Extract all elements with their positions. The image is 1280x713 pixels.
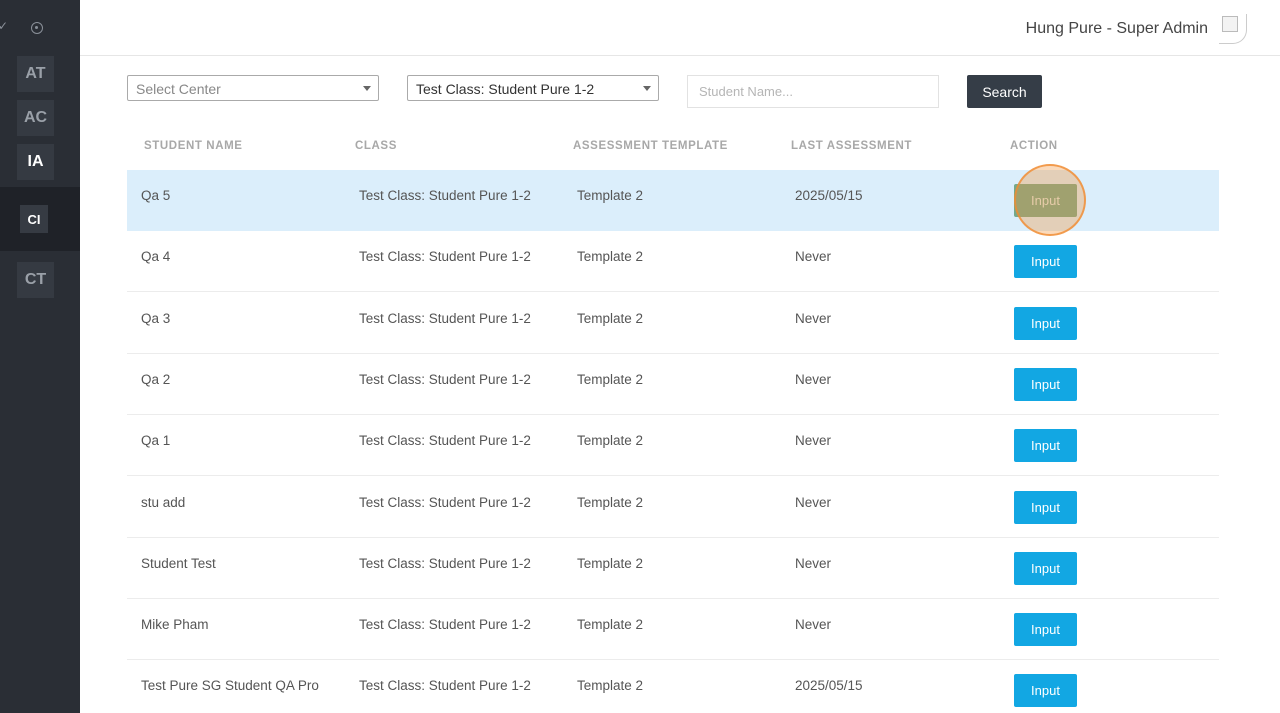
last-assessment-cell: Never <box>795 371 832 387</box>
target-icon[interactable] <box>31 22 43 34</box>
sidebar-item-label: AC <box>23 109 48 126</box>
student-name-cell: Test Pure SG Student QA Pro <box>141 678 319 694</box>
sidebar-item-ia[interactable]: IA <box>17 144 54 180</box>
column-header-action: ACTION <box>1010 140 1058 152</box>
student-name-cell: Qa 5 <box>141 188 171 203</box>
student-name-cell: Qa 4 <box>141 249 171 265</box>
sidebar: ✓ AT AC IA CI CT <box>0 0 80 713</box>
class-cell: Test Class: Student Pure 1-2 <box>359 678 531 694</box>
input-button[interactable]: Input <box>1014 367 1077 401</box>
last-assessment-cell: Never <box>795 249 832 265</box>
sidebar-item-at[interactable]: AT <box>17 56 54 92</box>
table-row[interactable]: Test Pure SG Student QA Pro Test Class: S… <box>127 660 1219 713</box>
user-name[interactable]: Hung Pure - Super Admin <box>1026 20 1208 38</box>
template-cell: Template 2 <box>577 188 644 203</box>
check-icon[interactable]: ✓ <box>0 19 8 33</box>
last-assessment-cell: 2025/05/15 <box>795 188 863 203</box>
input-button[interactable]: Input <box>1014 613 1077 647</box>
sidebar-item-label: CT <box>24 271 47 288</box>
sidebar-item-label: IA <box>27 153 44 170</box>
column-header-class: CLASS <box>355 140 397 152</box>
student-name-cell: Mike Pham <box>141 617 209 633</box>
column-header-student-name: STUDENT NAME <box>144 140 243 152</box>
last-assessment-cell: Never <box>795 617 832 633</box>
class-cell: Test Class: Student Pure 1-2 <box>359 188 531 203</box>
sidebar-item-ci[interactable]: CI <box>20 205 48 233</box>
template-cell: Template 2 <box>577 433 644 449</box>
class-cell: Test Class: Student Pure 1-2 <box>359 617 531 633</box>
student-name-cell: Qa 3 <box>141 310 171 326</box>
table-row[interactable]: Qa 5 Test Class: Student Pure 1-2 Template… <box>127 170 1219 231</box>
last-assessment-cell: Never <box>795 310 832 326</box>
input-button[interactable]: Input <box>1014 490 1077 524</box>
student-name-cell: Student Test <box>141 555 216 571</box>
template-cell: Template 2 <box>577 310 644 326</box>
last-assessment-cell: Never <box>795 555 832 571</box>
input-button[interactable]: Input <box>1014 674 1077 708</box>
input-button[interactable]: Input <box>1014 245 1077 279</box>
chevron-down-icon <box>363 86 371 91</box>
class-cell: Test Class: Student Pure 1-2 <box>359 433 531 449</box>
search-button[interactable]: Search <box>967 75 1042 108</box>
column-header-assessment-template: ASSESSMENT TEMPLATE <box>573 140 728 152</box>
template-cell: Template 2 <box>577 494 644 510</box>
input-button[interactable]: Input <box>1014 551 1077 585</box>
table-row[interactable]: Student Test Test Class: Student Pure 1-2… <box>127 538 1219 599</box>
table-row[interactable]: Qa 2 Test Class: Student Pure 1-2 Template… <box>127 354 1219 415</box>
class-cell: Test Class: Student Pure 1-2 <box>359 555 531 571</box>
sidebar-item-label: CI <box>27 211 41 227</box>
table-row[interactable]: stu add Test Class: Student Pure 1-2 Templ… <box>127 477 1219 538</box>
last-assessment-cell: Never <box>795 433 832 449</box>
last-assessment-cell: Never <box>795 494 832 510</box>
sidebar-top: ✓ <box>0 0 80 56</box>
center-select[interactable]: Select Center <box>127 75 379 101</box>
input-button[interactable]: Input <box>1014 306 1077 340</box>
avatar[interactable] <box>1219 14 1247 44</box>
sidebar-item-ct[interactable]: CT <box>17 262 54 298</box>
student-name-cell: stu add <box>141 494 186 510</box>
top-header: Hung Pure - Super Admin <box>80 0 1280 56</box>
sidebar-item-ac[interactable]: AC <box>17 100 54 136</box>
table-row[interactable]: Mike Pham Test Class: Student Pure 1-2 Tem… <box>127 599 1219 661</box>
class-select-value: Test Class: Student Pure 1-2 <box>416 81 595 97</box>
class-cell: Test Class: Student Pure 1-2 <box>359 371 531 387</box>
template-cell: Template 2 <box>577 617 644 633</box>
class-select[interactable]: Test Class: Student Pure 1-2 <box>407 75 659 101</box>
class-cell: Test Class: Student Pure 1-2 <box>359 310 531 326</box>
table-row[interactable]: Qa 4 Test Class: Student Pure 1-2 Template… <box>127 231 1219 293</box>
last-assessment-cell: 2025/05/15 <box>795 678 863 694</box>
table-row[interactable]: Qa 3 Test Class: Student Pure 1-2 Template… <box>127 293 1219 354</box>
column-header-last-assessment: LAST ASSESSMENT <box>791 140 913 152</box>
template-cell: Template 2 <box>577 371 644 387</box>
center-select-placeholder: Select Center <box>136 81 221 97</box>
input-button[interactable]: Input <box>1014 184 1077 217</box>
template-cell: Template 2 <box>577 678 644 694</box>
table-row[interactable]: Qa 1 Test Class: Student Pure 1-2 Template… <box>127 415 1219 477</box>
class-cell: Test Class: Student Pure 1-2 <box>359 249 531 265</box>
student-name-cell: Qa 2 <box>141 371 171 387</box>
input-button[interactable]: Input <box>1014 429 1077 463</box>
template-cell: Template 2 <box>577 249 644 265</box>
student-name-cell: Qa 1 <box>141 433 171 449</box>
chevron-down-icon <box>643 86 651 91</box>
class-cell: Test Class: Student Pure 1-2 <box>359 494 531 510</box>
student-name-input[interactable] <box>687 75 939 108</box>
sidebar-item-label: AT <box>25 65 46 82</box>
template-cell: Template 2 <box>577 555 644 571</box>
